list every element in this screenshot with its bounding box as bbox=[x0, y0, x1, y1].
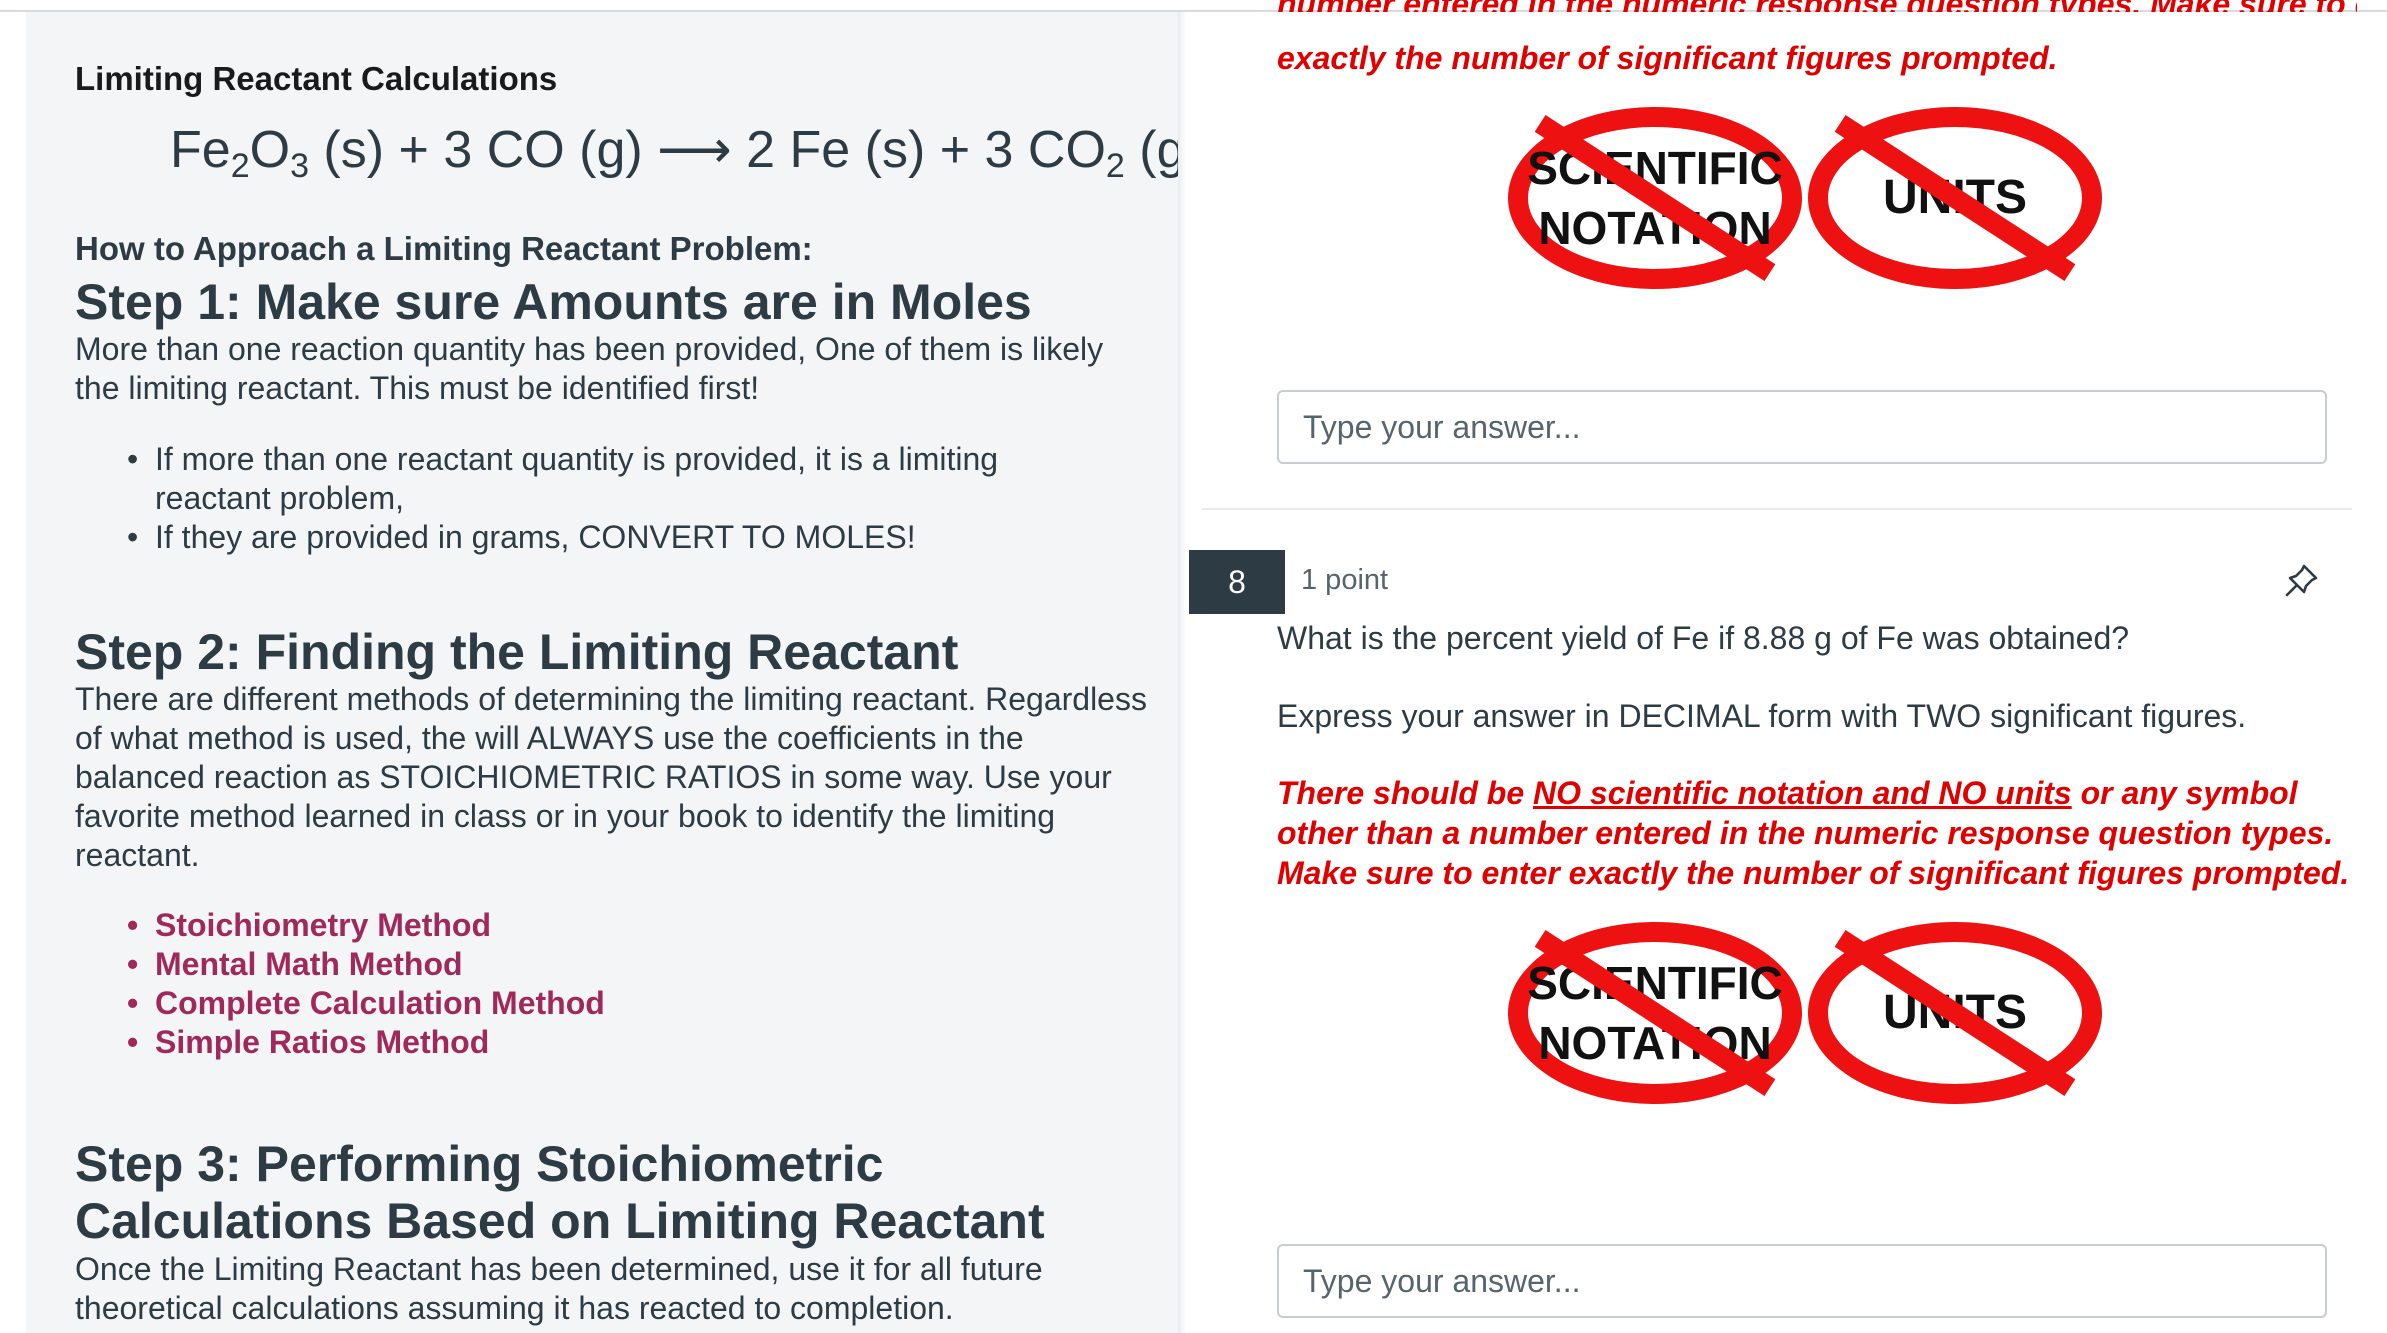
eq-part: 2 Fe (s) + 3 CO bbox=[731, 121, 1106, 179]
eq-subscript: 3 bbox=[290, 147, 309, 185]
eq-part: Fe bbox=[170, 121, 231, 179]
prev-answer-field[interactable] bbox=[1277, 390, 2327, 464]
prev-answer-input[interactable] bbox=[1279, 392, 2325, 462]
question-number: 8 bbox=[1189, 550, 1285, 614]
reaction-arrow: ⟶ bbox=[657, 121, 732, 179]
eq-part: O bbox=[249, 121, 291, 179]
step2-heading: Step 2: Finding the Limiting Reactant bbox=[75, 624, 959, 680]
pin-icon[interactable] bbox=[2282, 560, 2322, 600]
chemical-equation: Fe2O3 (s) + 3 CO (g) ⟶ 2 Fe (s) + 3 CO2 … bbox=[170, 120, 1178, 186]
panel-title: Limiting Reactant Calculations bbox=[75, 60, 558, 97]
eq-part: (g) bbox=[1139, 121, 1178, 179]
step1-heading: Step 1: Make sure Amounts are in Moles bbox=[75, 274, 1032, 330]
pin-icon-svg bbox=[2285, 564, 2318, 597]
no-units-badge: UNITS bbox=[1808, 922, 2102, 1104]
warning-underlined: NO scientific notation and NO units bbox=[1533, 775, 2072, 811]
question-points: 1 point bbox=[1301, 564, 1389, 596]
link-mental-math-method[interactable]: Mental Math Method bbox=[75, 945, 1095, 984]
reference-panel: Limiting Reactant Calculations Fe2O3 (s)… bbox=[26, 12, 1178, 1333]
prev-warning-last-line: exactly the number of significant figure… bbox=[1277, 40, 2058, 76]
step3-heading: Step 3: Performing Stoichiometric Calcul… bbox=[75, 1136, 1045, 1249]
eq-subscript: 2 bbox=[230, 147, 250, 185]
prev-warning-clipped-line: number entered in the numeric response q… bbox=[1277, 0, 2357, 12]
left-gutter bbox=[0, 12, 26, 1333]
step1-bullet: If more than one reactant quantity is pr… bbox=[75, 440, 1095, 518]
step1-bullet: If they are provided in grams, CONVERT T… bbox=[75, 518, 1095, 557]
warning-text: There should be bbox=[1277, 775, 1534, 811]
step1-body: More than one reaction quantity has been… bbox=[75, 331, 1104, 406]
answer-field[interactable] bbox=[1277, 1244, 2327, 1318]
no-scientific-notation-badge: SCIENTIFIC NOTATION bbox=[1508, 922, 1802, 1104]
question-warning: There should be NO scientific notation a… bbox=[1277, 773, 2357, 893]
answer-input[interactable] bbox=[1279, 1246, 2325, 1316]
no-scientific-notation-badge: SCIENTIFIC NOTATION bbox=[1508, 107, 1802, 289]
eq-part: (s) + 3 CO (g) bbox=[308, 121, 658, 179]
question-text: What is the percent yield of Fe if 8.88 … bbox=[1277, 620, 2130, 656]
link-complete-calculation-method[interactable]: Complete Calculation Method bbox=[75, 984, 1095, 1023]
eq-subscript: 2 bbox=[1105, 147, 1125, 185]
approach-heading: How to Approach a Limiting Reactant Prob… bbox=[75, 230, 813, 267]
panel-separator bbox=[1178, 12, 1186, 1333]
no-units-badge: UNITS bbox=[1808, 107, 2102, 289]
link-simple-ratios-method[interactable]: Simple Ratios Method bbox=[75, 1023, 1095, 1062]
link-stoichiometry-method[interactable]: Stoichiometry Method bbox=[75, 906, 1095, 945]
question-divider bbox=[1202, 508, 2352, 510]
step3-body: Once the Limiting Reactant has been dete… bbox=[75, 1251, 1043, 1326]
question-instruction: Express your answer in DECIMAL form with… bbox=[1277, 698, 2247, 734]
step2-body: There are different methods of determini… bbox=[75, 681, 1147, 873]
